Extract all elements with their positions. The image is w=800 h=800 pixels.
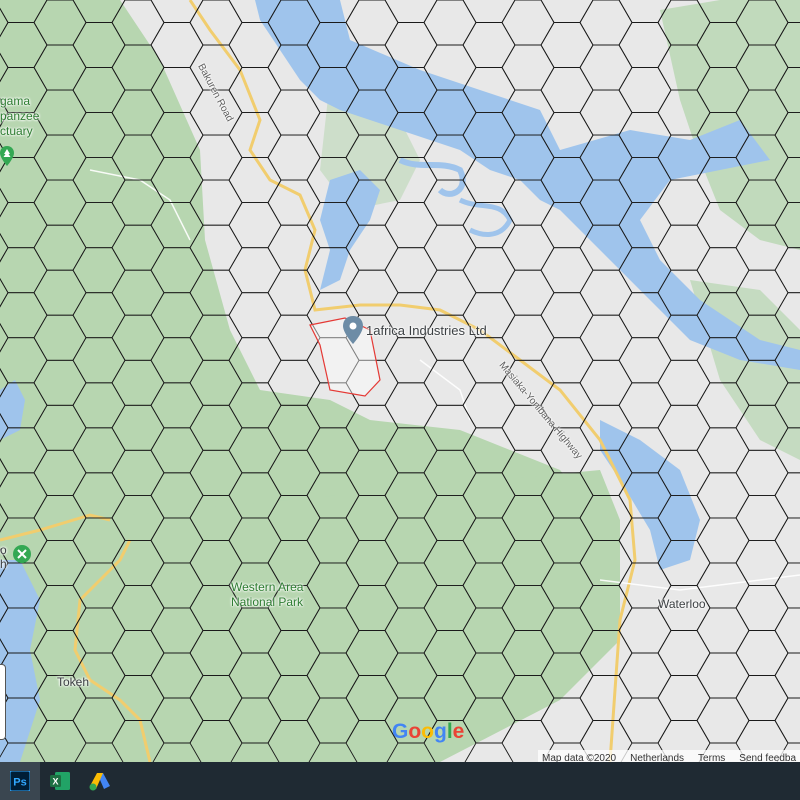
map-base-layer — [0, 0, 800, 762]
taskbar: Ps X — [0, 762, 800, 800]
map-canvas[interactable]: gama panzee ctuary 1africa Industries Lt… — [0, 0, 800, 762]
excel-icon: X — [50, 772, 70, 790]
google-ads-app-button[interactable] — [80, 762, 120, 800]
waterloo-label[interactable]: Waterloo — [658, 597, 706, 611]
national-park-label[interactable]: Western Area National Park — [231, 580, 303, 610]
excel-icon-text: X — [52, 777, 58, 787]
industry-label[interactable]: 1africa Industries Ltd — [366, 323, 487, 338]
park-pin-icon[interactable] — [0, 146, 14, 166]
excel-app-button[interactable]: X — [40, 762, 80, 800]
tokeh-label[interactable]: Tokeh — [57, 675, 89, 689]
location-pin-icon[interactable] — [343, 316, 363, 344]
left-fragment-label: o h — [0, 543, 7, 571]
photoshop-icon: Ps — [10, 771, 30, 791]
poi-pin-icon[interactable] — [12, 544, 32, 564]
photoshop-app-button[interactable]: Ps — [0, 762, 40, 800]
google-ads-icon — [89, 773, 110, 791]
google-logo: Google — [392, 720, 465, 743]
photoshop-icon-text: Ps — [13, 777, 26, 789]
sanctuary-label: gama panzee ctuary — [0, 94, 40, 138]
map-side-control[interactable] — [0, 664, 6, 740]
